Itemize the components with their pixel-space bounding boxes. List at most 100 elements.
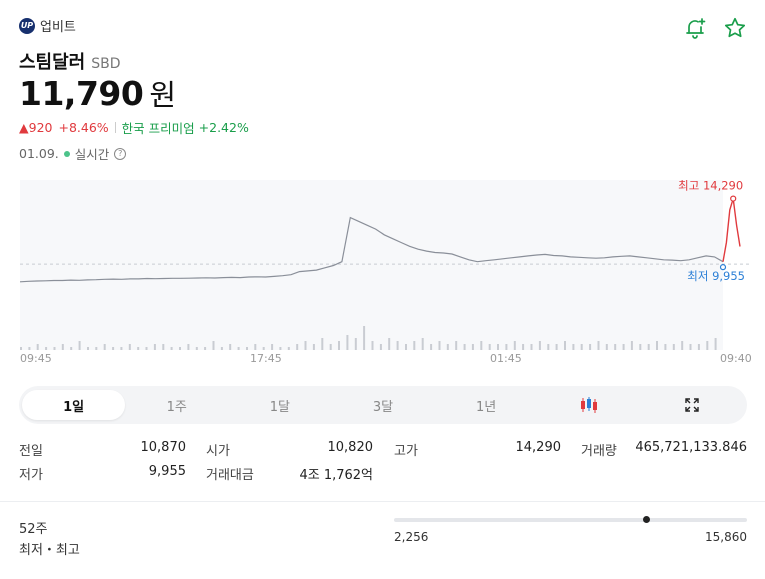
volume-bar bbox=[421, 338, 424, 350]
volume-bar bbox=[622, 344, 625, 350]
volume-bar bbox=[346, 335, 349, 350]
volume-bar bbox=[446, 344, 449, 350]
volume-bar bbox=[304, 341, 307, 350]
price-value: 11,790 bbox=[19, 74, 144, 113]
recent-price-line bbox=[722, 198, 741, 262]
volume-bar bbox=[237, 347, 240, 350]
volume-bar bbox=[220, 347, 223, 350]
chart-low-label: 최저 9,955 bbox=[687, 269, 745, 283]
volume-bar bbox=[78, 341, 81, 350]
volume-bar bbox=[28, 347, 31, 350]
volume-bar bbox=[246, 347, 248, 350]
volume-bar bbox=[170, 347, 173, 350]
volume-bar bbox=[538, 341, 541, 350]
volume-bar bbox=[153, 344, 156, 350]
bell-add-icon[interactable] bbox=[683, 16, 707, 40]
divider bbox=[114, 122, 116, 133]
help-icon[interactable]: ? bbox=[114, 147, 127, 160]
volume-bar bbox=[20, 347, 22, 350]
chart-high-label: 최고 14,290 bbox=[678, 180, 743, 193]
current-price: 11,790 원 bbox=[19, 72, 176, 114]
volume-bar bbox=[497, 344, 499, 350]
high-marker bbox=[730, 195, 737, 202]
volume-bar bbox=[287, 347, 290, 350]
asset-title: 스팀달러 SBD bbox=[19, 48, 121, 74]
week52-sublabel: 최저・최고 bbox=[19, 543, 80, 558]
stat-turnover: 거래대금 4조 1,762억 bbox=[206, 464, 373, 483]
chart-background bbox=[20, 180, 723, 350]
volume-bar bbox=[647, 344, 650, 350]
volume-bar bbox=[279, 347, 282, 350]
period-tab[interactable]: 1년 bbox=[435, 390, 538, 420]
price-change: ▲920 +8.46% 한국 프리미엄 +2.42% bbox=[19, 118, 249, 137]
stat-label: 거래량 bbox=[581, 444, 617, 459]
volume-bar bbox=[296, 344, 299, 350]
volume-bar bbox=[354, 338, 357, 350]
volume-bar bbox=[405, 344, 407, 350]
upbit-logo-icon: UP bbox=[19, 17, 35, 34]
volume-bar bbox=[413, 341, 416, 350]
volume-bar bbox=[112, 347, 115, 350]
volume-bar bbox=[128, 344, 131, 350]
stat-label: 전일 bbox=[19, 444, 43, 459]
fullscreen-icon[interactable] bbox=[641, 390, 744, 420]
period-tab[interactable]: 1일 bbox=[22, 390, 126, 420]
volume-bar bbox=[614, 344, 617, 350]
x-axis: 09:45 17:45 01:45 09:40 bbox=[20, 352, 752, 365]
volume-bar bbox=[530, 344, 533, 350]
exchange-header[interactable]: UP 업비트 bbox=[19, 16, 76, 35]
volume-bar bbox=[396, 341, 399, 350]
volume-bar bbox=[513, 341, 516, 350]
star-icon[interactable] bbox=[723, 16, 747, 40]
x-tick-label: 01:45 bbox=[490, 352, 522, 365]
stat-value: 465,721,133.846 bbox=[635, 440, 747, 455]
volume-bar bbox=[162, 344, 165, 350]
volume-bar bbox=[329, 344, 332, 350]
stat-value: 10,870 bbox=[140, 440, 187, 455]
volume-bar bbox=[379, 344, 382, 350]
volume-bar bbox=[45, 347, 48, 350]
week52-current-marker bbox=[643, 516, 651, 523]
candlestick-chart-icon[interactable] bbox=[538, 390, 641, 420]
volume-bar bbox=[555, 344, 558, 350]
period-tab[interactable]: 1달 bbox=[228, 390, 331, 420]
volume-bar bbox=[95, 347, 98, 350]
volume-bar bbox=[689, 344, 692, 350]
volume-bar bbox=[572, 344, 575, 350]
volume-bar bbox=[187, 344, 190, 350]
volume-bar bbox=[522, 344, 525, 350]
period-tab[interactable]: 3달 bbox=[331, 390, 434, 420]
volume-bar bbox=[254, 344, 257, 350]
asset-ticker: SBD bbox=[91, 56, 121, 72]
volume-bar bbox=[697, 344, 700, 350]
volume-bar bbox=[338, 341, 340, 350]
volume-bar bbox=[120, 347, 123, 350]
period-tab[interactable]: 1주 bbox=[125, 390, 228, 420]
volume-bar bbox=[137, 347, 140, 350]
volume-bar bbox=[505, 344, 508, 350]
volume-bar bbox=[455, 341, 458, 350]
live-dot-icon bbox=[63, 150, 70, 157]
week52-max: 15,860 bbox=[705, 530, 747, 544]
volume-bar bbox=[488, 344, 491, 350]
premium-value: +2.42% bbox=[198, 120, 249, 135]
price-chart[interactable]: 최고 14,290 최저 9,955 09:45 17:45 01:45 09:40 bbox=[0, 180, 765, 370]
live-label: 실시간 bbox=[74, 147, 110, 162]
date-label: 01.09. bbox=[19, 146, 59, 161]
volume-bar bbox=[639, 344, 642, 350]
volume-bar bbox=[471, 344, 474, 350]
asset-name: 스팀달러 bbox=[19, 52, 86, 73]
volume-bar bbox=[480, 341, 483, 350]
stat-low: 저가 9,955 bbox=[19, 464, 186, 483]
volume-bar bbox=[547, 344, 550, 350]
volume-bar bbox=[589, 344, 592, 350]
premium-label: 한국 프리미엄 bbox=[121, 121, 195, 136]
volume-bar bbox=[656, 341, 658, 350]
stat-value: 10,820 bbox=[327, 440, 374, 455]
volume-bar bbox=[714, 338, 717, 350]
volume-bar bbox=[212, 341, 215, 350]
stat-prev-close: 전일 10,870 bbox=[19, 440, 186, 459]
stat-value: 9,955 bbox=[148, 464, 186, 479]
section-divider bbox=[0, 501, 765, 502]
x-tick-label: 09:40 bbox=[720, 352, 752, 365]
